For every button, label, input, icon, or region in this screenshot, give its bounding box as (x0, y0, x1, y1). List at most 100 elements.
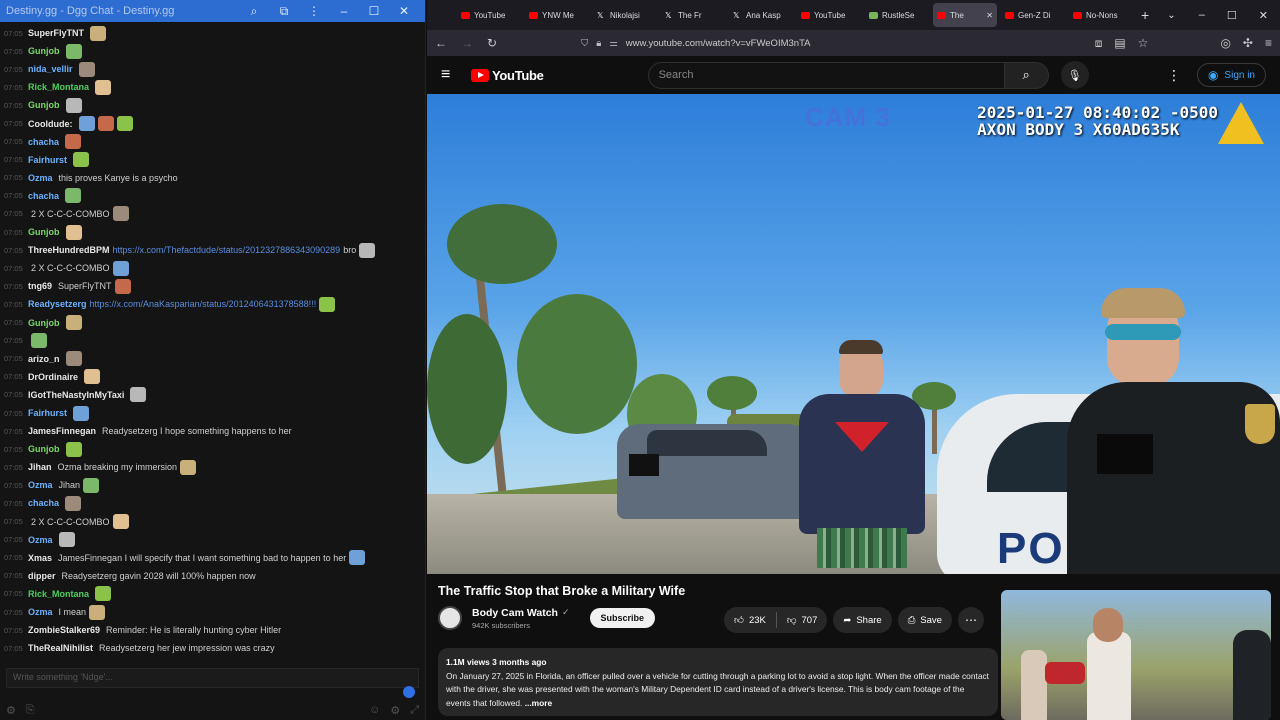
chat-message[interactable]: 07:05 Gunjob (4, 42, 425, 60)
chat-input[interactable]: Write something 'Ndge'... (6, 668, 419, 688)
chat-message[interactable]: 07:05 2 X C-C-C-COMBO (4, 513, 425, 531)
message-username[interactable]: Gunjob (28, 227, 60, 237)
message-username[interactable]: TheRealNihilist (28, 643, 93, 653)
message-username[interactable]: ThreeHundredBPM (28, 245, 110, 255)
gear-icon[interactable]: ⚙ (390, 704, 400, 717)
share-button[interactable]: ➦ Share (833, 607, 892, 633)
message-username[interactable]: Gunjob (28, 444, 60, 454)
browser-tab[interactable]: The ✕ (933, 3, 997, 27)
reload-icon[interactable]: ↻ (487, 36, 497, 50)
browser-tab[interactable]: YNW Me (525, 3, 589, 27)
message-username[interactable]: Ozma (28, 173, 53, 183)
message-username[interactable]: Fairhurst (28, 155, 67, 165)
chat-message[interactable]: 07:05 Jihan Ozma breaking my immersion (4, 458, 425, 476)
chat-message[interactable]: 07:05 Gunjob (4, 223, 425, 241)
channel-name[interactable]: Body Cam Watch ✓ (472, 607, 570, 619)
like-button[interactable]: 👍︎ 23K (724, 614, 776, 627)
browser-tab[interactable]: Gen-Z Di (1001, 3, 1065, 27)
users-icon[interactable]: ⎘ (26, 704, 35, 717)
chat-message[interactable]: 07:05 Rick_Montana (4, 585, 425, 603)
channel-avatar[interactable] (438, 606, 462, 630)
chat-message[interactable]: 07:05 Fairhurst (4, 404, 425, 422)
browser-tab[interactable]: No-Nons (1069, 3, 1133, 27)
browser-tab[interactable]: 𝕏 Nikolajsi (593, 3, 657, 27)
subscribe-button[interactable]: Subscribe (589, 608, 656, 628)
message-username[interactable]: Ozma (28, 480, 53, 490)
message-link[interactable]: https://x.com/AnaKasparian/status/201240… (90, 299, 317, 309)
more-options-icon[interactable]: ⋮ (1167, 67, 1181, 84)
send-icon[interactable] (403, 686, 415, 698)
video-description[interactable]: 1.1M views 3 months ago On January 27, 2… (438, 648, 998, 716)
search-input[interactable]: Search (647, 61, 1005, 89)
minimize-icon[interactable]: – (329, 4, 359, 18)
chat-message[interactable]: 07:05 chacha (4, 133, 425, 151)
sign-in-button[interactable]: ◉ Sign in (1196, 63, 1266, 87)
search-icon[interactable]: ⌕ (239, 4, 269, 19)
message-username[interactable]: Gunjob (28, 100, 60, 110)
extensions-icon[interactable]: ✣ (1243, 36, 1253, 51)
url-text[interactable]: www.youtube.com/watch?v=vFWeOIM3nTA (626, 38, 811, 49)
chat-message[interactable]: 07:05 2 X C-C-C-COMBO (4, 259, 425, 277)
chat-message[interactable]: 07:05 ZombieStalker69 Reminder: He is lite… (4, 621, 425, 639)
message-username[interactable]: IGotTheNastyInMyTaxi (28, 390, 124, 400)
more-actions-icon[interactable]: ⋯ (957, 607, 984, 633)
chat-message[interactable]: 07:05 Ozma this proves Kanye is a psycho (4, 169, 425, 187)
chat-message[interactable]: 07:05 tng69 SuperFlyTNT (4, 277, 425, 295)
youtube-logo[interactable]: YouTube (471, 68, 544, 83)
browser-tab[interactable]: YouTube (457, 3, 521, 27)
chat-message[interactable]: 07:05 Rick_Montana (4, 78, 425, 96)
chat-message[interactable]: 07:05 IGotTheNastyInMyTaxi (4, 386, 425, 404)
reader-icon[interactable]: ▤ (1114, 36, 1125, 51)
settings-icon[interactable]: ⚙ (6, 704, 16, 717)
bookmark-star-icon[interactable]: ☆ (1138, 36, 1149, 51)
maximize-icon[interactable]: ☐ (1227, 9, 1237, 22)
chat-message[interactable]: 07:05 arizo_n (4, 350, 425, 368)
chat-message[interactable]: 07:05 2 X C-C-C-COMBO (4, 205, 425, 223)
message-username[interactable]: Rick_Montana (28, 82, 89, 92)
browser-tab[interactable]: 𝕏 The Fr (661, 3, 725, 27)
save-button[interactable]: ⎙ Save (897, 607, 952, 633)
maximize-icon[interactable]: ☐ (359, 4, 389, 18)
message-username[interactable]: Ozma (28, 607, 53, 617)
message-username[interactable]: SuperFlyTNT (28, 28, 84, 38)
new-tab-icon[interactable]: + (1141, 7, 1149, 23)
chat-message[interactable]: 07:05 Readysetzerg https://x.com/AnaKaspar… (4, 295, 425, 313)
chat-message[interactable]: 07:05 Ozma Jihan (4, 476, 425, 494)
chat-message[interactable]: 07:05 nida_vellir (4, 60, 425, 78)
chat-message[interactable]: 07:05 SuperFlyTNT (4, 24, 425, 42)
related-video-thumbnail[interactable] (1001, 590, 1271, 720)
message-username[interactable]: Xmas (28, 553, 52, 563)
chat-message[interactable]: 07:05 Ozma (4, 531, 425, 549)
close-icon[interactable]: ✕ (1259, 9, 1268, 22)
message-username[interactable]: Rick_Montana (28, 589, 89, 599)
message-username[interactable]: Gunjob (28, 46, 60, 56)
chat-message[interactable]: 07:05 Gunjob (4, 96, 425, 114)
minimize-icon[interactable]: – (1199, 9, 1205, 22)
screenshot-icon[interactable]: ⧈ (1095, 36, 1103, 51)
chat-message-list[interactable]: 07:05 SuperFlyTNT 07:05 Gunjob 07:05 nida_vel… (0, 24, 425, 664)
popout-icon[interactable]: ⧉ (269, 4, 299, 19)
browser-tab[interactable]: RustleSe (865, 3, 929, 27)
chat-message[interactable]: 07:05 ThreeHundredBPM https://x.com/Thefac… (4, 241, 425, 259)
message-username[interactable]: nida_vellir (28, 64, 73, 74)
chat-message[interactable]: 07:05 DrOrdinaire (4, 368, 425, 386)
message-username[interactable]: tng69 (28, 281, 52, 291)
browser-tab[interactable]: 𝕏 Ana Kasp (729, 3, 793, 27)
chat-message[interactable]: 07:05 Cooldude: (4, 114, 425, 132)
dislike-button[interactable]: 👎︎ 707 (777, 614, 828, 627)
message-username[interactable]: JamesFinnegan (28, 426, 96, 436)
message-username[interactable]: arizo_n (28, 354, 60, 364)
chat-message[interactable]: 07:05 JamesFinnegan Readysetzerg I hope so… (4, 422, 425, 440)
message-username[interactable]: DrOrdinaire (28, 372, 78, 382)
chat-message[interactable]: 07:05 chacha (4, 187, 425, 205)
message-username[interactable]: Readysetzerg (28, 299, 87, 309)
message-username[interactable]: Cooldude: (28, 119, 73, 129)
back-icon[interactable]: ← (435, 36, 447, 50)
message-link[interactable]: https://x.com/Thefactdude/status/2012327… (113, 245, 341, 255)
hamburger-menu-icon[interactable]: ≡ (441, 66, 471, 84)
message-username[interactable]: Fairhurst (28, 408, 67, 418)
message-username[interactable]: ZombieStalker69 (28, 625, 100, 635)
tab-list-chevron-icon[interactable]: ⌄ (1167, 10, 1175, 21)
message-username[interactable]: dipper (28, 571, 56, 581)
chat-message[interactable]: 07:05 Ozma I mean (4, 603, 425, 621)
